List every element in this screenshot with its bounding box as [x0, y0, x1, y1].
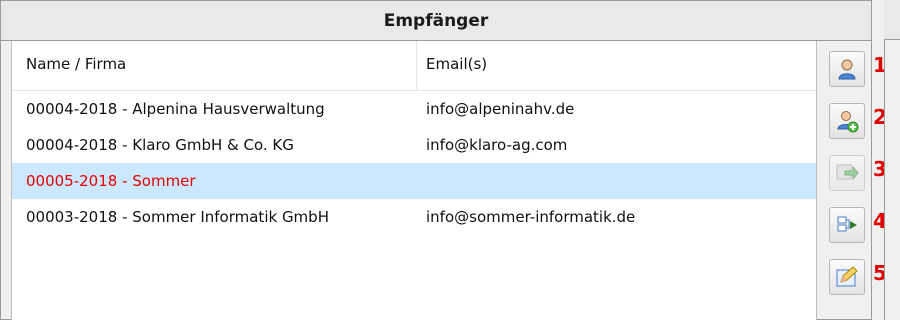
table-row[interactable]: 00003-2018 - Sommer Informatik GmbH info…: [12, 199, 816, 235]
row-name: 00004-2018 - Alpenina Hausverwaltung: [26, 100, 325, 118]
row-email: info@klaro-ag.com: [426, 136, 568, 154]
forward-recipient-button[interactable]: [829, 155, 865, 191]
column-divider[interactable]: [416, 41, 417, 91]
add-recipient-button[interactable]: [829, 103, 865, 139]
row-name: 00004-2018 - Klaro GmbH & Co. KG: [26, 136, 294, 154]
recipients-panel: Empfänger Name / Firma Email(s) 00004-20…: [0, 0, 887, 320]
adjacent-panel-header: [884, 0, 900, 40]
column-header-name[interactable]: Name / Firma: [26, 55, 126, 73]
panel-title: Empfänger: [1, 1, 871, 41]
row-name: 00003-2018 - Sommer Informatik GmbH: [26, 208, 329, 226]
transfer-icon: [837, 216, 857, 232]
row-email: info@alpeninahv.de: [426, 100, 575, 118]
table-row[interactable]: 00004-2018 - Alpenina Hausverwaltung inf…: [12, 91, 816, 127]
recipient-window: Empfänger Name / Firma Email(s) 00004-20…: [0, 0, 900, 320]
row-name: 00005-2018 - Sommer: [26, 172, 196, 190]
adjacent-panel: [884, 0, 900, 320]
recipients-list[interactable]: Name / Firma Email(s) 00004-2018 - Alpen…: [11, 41, 817, 320]
edit-icon: [836, 266, 858, 287]
table-rows: 00004-2018 - Alpenina Hausverwaltung inf…: [12, 91, 816, 235]
edit-recipient-button[interactable]: [829, 259, 865, 295]
table-row-selected[interactable]: 00005-2018 - Sommer: [12, 163, 816, 199]
transfer-button[interactable]: [829, 207, 865, 243]
select-recipient-button[interactable]: [829, 51, 865, 87]
forward-icon: [836, 164, 859, 181]
column-header-row: Name / Firma Email(s): [12, 41, 816, 91]
row-email: info@sommer-informatik.de: [426, 208, 636, 226]
user-icon: [838, 59, 856, 80]
add-user-icon: [837, 111, 859, 133]
table-row[interactable]: 00004-2018 - Klaro GmbH & Co. KG info@kl…: [12, 127, 816, 163]
column-header-email[interactable]: Email(s): [426, 55, 487, 73]
